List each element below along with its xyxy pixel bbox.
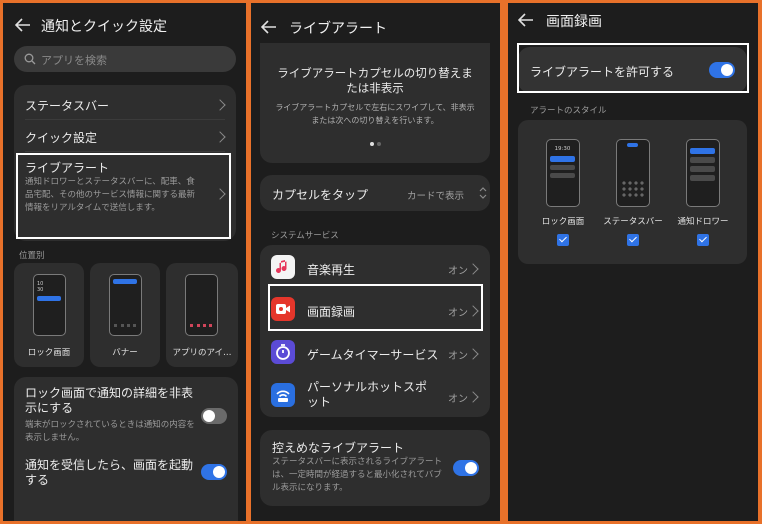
service-label: ゲームタイマーサービス bbox=[307, 348, 439, 362]
capsule-tap-row[interactable]: カプセルをタップ カードで表示 bbox=[260, 175, 490, 211]
preview-notification bbox=[550, 173, 575, 178]
chevron-right-icon bbox=[467, 348, 479, 360]
search-input[interactable]: アプリを検索 bbox=[14, 46, 236, 72]
checkbox-checked[interactable] bbox=[627, 234, 639, 246]
preview-alert-bar bbox=[37, 296, 61, 301]
preview-dots bbox=[190, 324, 212, 330]
subtle-alert-description: ステータスバーに表示されるライブアラートは、一定時間が経過すると最小化されてバブ… bbox=[272, 457, 443, 493]
alert-style-card: 19:30 ロック画面 ステータスバー 通知ドロワー bbox=[518, 120, 747, 264]
phone-preview: 19:30 bbox=[546, 139, 580, 207]
hide-details-toggle[interactable] bbox=[201, 408, 227, 424]
service-row-music[interactable]: 音楽再生 オン bbox=[260, 245, 490, 288]
checkbox-checked[interactable] bbox=[697, 234, 709, 246]
preview-notification bbox=[550, 165, 575, 170]
alert-style-label: アラートのスタイル bbox=[530, 106, 607, 116]
phone-preview bbox=[109, 274, 142, 336]
preview-banner-bar bbox=[113, 279, 137, 284]
preview-notification bbox=[690, 166, 715, 172]
service-label: 音楽再生 bbox=[307, 263, 356, 277]
carousel-heading: ライブアラートカプセルの切り替えまたは非表示 bbox=[277, 66, 473, 95]
highlight-screen-record bbox=[268, 284, 483, 331]
preview-clock: 19:30 bbox=[554, 146, 571, 152]
search-placeholder: アプリを検索 bbox=[41, 54, 107, 67]
carousel-card[interactable]: ライブアラートカプセルの切り替えまたは非表示 ライブアラートカプセルで左右にスワ… bbox=[260, 43, 490, 163]
search-icon bbox=[24, 53, 36, 65]
up-down-chevron-icon bbox=[479, 187, 487, 199]
position-option-banner[interactable]: バナー bbox=[90, 263, 160, 367]
chevron-right-icon bbox=[467, 263, 479, 275]
preview-alert-bar bbox=[690, 148, 715, 154]
notification-settings-panel: 通知とクイック設定 アプリを検索 ステータスバー クイック設定 ライブアラート … bbox=[3, 3, 246, 521]
subtle-alert-card: 控えめなライブアラート ステータスバーに表示されるライブアラートは、一定時間が経… bbox=[260, 430, 490, 506]
back-arrow-icon[interactable] bbox=[261, 20, 277, 34]
chevron-right-icon bbox=[214, 131, 226, 143]
divider bbox=[25, 119, 225, 120]
wake-screen-label: 通知を受信したら、画面を起動する bbox=[25, 458, 194, 487]
toggle-knob bbox=[213, 466, 225, 478]
checkbox-checked[interactable] bbox=[557, 234, 569, 246]
back-arrow-icon[interactable] bbox=[15, 18, 31, 32]
style-option-status-bar[interactable]: ステータスバー bbox=[598, 120, 668, 264]
page-title: 画面録画 bbox=[546, 14, 602, 30]
style-label: ロック画面 bbox=[541, 217, 585, 227]
style-option-lock-screen[interactable]: 19:30 ロック画面 bbox=[528, 120, 598, 264]
capsule-tap-label: カプセルをタップ bbox=[272, 188, 369, 202]
preview-dots bbox=[114, 324, 136, 330]
phone-preview bbox=[616, 139, 650, 207]
chevron-right-icon bbox=[467, 391, 479, 403]
page-title: 通知とクイック設定 bbox=[41, 19, 167, 35]
page-dot bbox=[377, 142, 381, 146]
screen-record-panel: 画面録画 ライブアラートを許可する アラートのスタイル 19:30 ロック画面 … bbox=[508, 3, 758, 521]
service-status: オン bbox=[448, 266, 468, 277]
wake-screen-toggle[interactable] bbox=[201, 464, 227, 480]
position-label: ロック画面 bbox=[27, 348, 71, 358]
chevron-right-icon bbox=[214, 99, 226, 111]
preview-alert-bar bbox=[550, 156, 575, 162]
preview-notification bbox=[690, 157, 715, 163]
style-label: 通知ドロワー bbox=[677, 217, 729, 227]
system-services-label: システムサービス bbox=[271, 231, 339, 241]
service-status: オン bbox=[448, 394, 468, 405]
service-label: パーソナルホットスポット bbox=[307, 380, 428, 409]
page-dot-active bbox=[370, 142, 374, 146]
style-option-notification-drawer[interactable]: 通知ドロワー bbox=[668, 120, 738, 264]
back-arrow-icon[interactable] bbox=[518, 13, 534, 27]
capsule-tap-value: カードで表示 bbox=[407, 191, 465, 202]
phone-preview bbox=[185, 274, 218, 336]
highlight-allow bbox=[517, 43, 749, 93]
position-option-app-icon[interactable]: アプリのアイ… bbox=[166, 263, 238, 367]
position-option-lock-screen[interactable]: 10 30 ロック画面 bbox=[14, 263, 84, 367]
preview-clock: 10 30 bbox=[37, 281, 44, 293]
carousel-description: ライブアラートカプセルで左右にスワイプして、非表示または次への切り替えを行います… bbox=[275, 103, 475, 125]
hotspot-icon bbox=[271, 383, 295, 407]
game-timer-icon bbox=[271, 340, 295, 364]
quick-settings-menu-item[interactable]: クイック設定 bbox=[25, 129, 97, 146]
highlight-live-alert bbox=[16, 153, 231, 239]
subtle-alert-toggle[interactable] bbox=[453, 460, 479, 476]
phone-preview bbox=[686, 139, 720, 207]
services-card: 音楽再生 オン 画面録画 オン ゲームタイマーサービス オン パーソナルホットス… bbox=[260, 245, 490, 417]
service-status: オン bbox=[448, 351, 468, 362]
toggle-knob bbox=[465, 462, 477, 474]
hide-details-description: 端末がロックされているときは通知の内容を表示しません。 bbox=[25, 420, 195, 443]
status-bar-menu-item[interactable]: ステータスバー bbox=[25, 97, 109, 114]
subtle-alert-label: 控えめなライブアラート bbox=[272, 441, 405, 455]
toggle-card: ロック画面で通知の詳細を非表示にする 端末がロックされているときは通知の内容を表… bbox=[14, 377, 238, 521]
phone-preview: 10 30 bbox=[33, 274, 66, 336]
preview-app-grid bbox=[621, 180, 645, 198]
position-section-label: 位置別 bbox=[19, 251, 45, 261]
preview-capsule bbox=[627, 143, 638, 147]
page-title: ライブアラート bbox=[289, 21, 387, 37]
service-row-hotspot[interactable]: パーソナルホットスポット オン bbox=[260, 374, 490, 417]
position-label: バナー bbox=[112, 348, 138, 358]
preview-notification bbox=[690, 175, 715, 181]
music-icon bbox=[271, 255, 295, 279]
toggle-knob bbox=[203, 410, 215, 422]
position-label: アプリのアイ… bbox=[172, 348, 232, 358]
hide-details-label: ロック画面で通知の詳細を非表示にする bbox=[25, 386, 194, 415]
live-alert-panel: ライブアラート ライブアラートカプセルの切り替えまたは非表示 ライブアラートカプ… bbox=[251, 3, 500, 521]
service-row-game-timer[interactable]: ゲームタイマーサービス オン bbox=[260, 331, 490, 374]
